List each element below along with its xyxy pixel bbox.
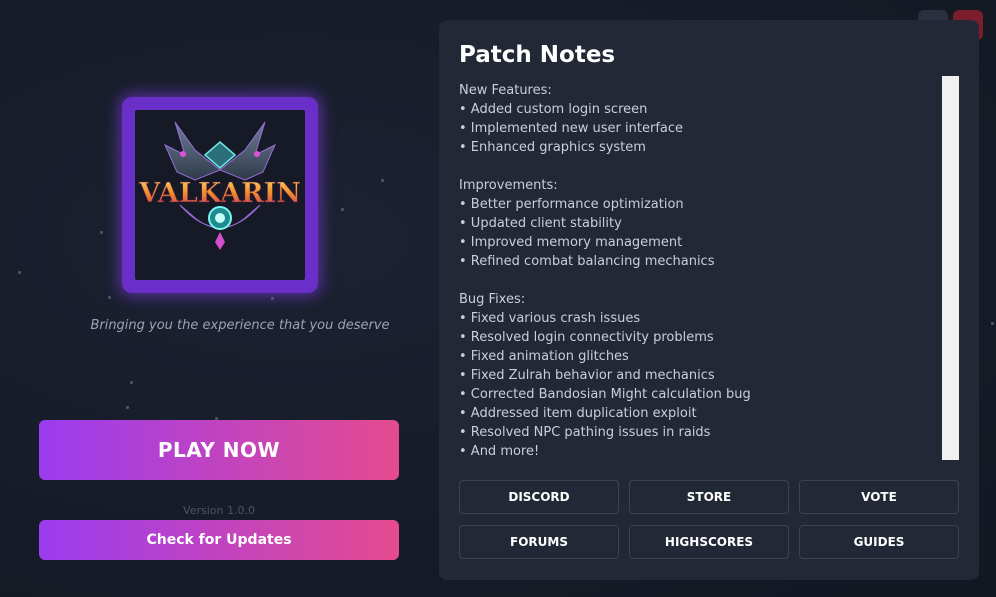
check-updates-button[interactable]: Check for Updates <box>39 520 399 560</box>
list-item: • Resolved login connectivity problems <box>459 330 714 345</box>
background-star <box>126 406 129 409</box>
notes-section: Bug Fixes: • Fixed various crash issues … <box>459 290 939 461</box>
launcher-window: – ✕ <box>0 0 996 597</box>
section-heading: Bug Fixes: <box>459 292 526 307</box>
background-star <box>381 179 384 182</box>
play-now-button[interactable]: PLAY NOW <box>39 420 399 480</box>
list-item: • Better performance optimization <box>459 197 684 212</box>
panel-title: Patch Notes <box>459 42 616 68</box>
patch-notes-list[interactable]: New Features: • Added custom login scree… <box>459 81 939 461</box>
background-star <box>100 231 103 234</box>
list-item: • Addressed item duplication exploit <box>459 406 697 421</box>
list-item: • Enhanced graphics system <box>459 140 646 155</box>
forums-button[interactable]: FORUMS <box>459 525 619 559</box>
list-item: • Fixed animation glitches <box>459 349 629 364</box>
list-item: • Improved memory management <box>459 235 683 250</box>
discord-button[interactable]: DISCORD <box>459 480 619 514</box>
background-star <box>18 271 21 274</box>
list-item: • Added custom login screen <box>459 102 648 117</box>
vote-button[interactable]: VOTE <box>799 480 959 514</box>
list-item: • Corrected Bandosian Might calculation … <box>459 387 751 402</box>
version-label: Version 1.0.0 <box>183 504 255 517</box>
list-item: • Implemented new user interface <box>459 121 684 136</box>
list-item: • And more! <box>459 444 540 459</box>
list-item: • Updated client stability <box>459 216 622 231</box>
background-star <box>271 297 274 300</box>
section-heading: Improvements: <box>459 178 558 193</box>
list-item: • Fixed various crash issues <box>459 311 641 326</box>
background-star <box>341 208 344 211</box>
logo-frame: VALKARIN <box>122 97 318 293</box>
highscores-button[interactable]: HIGHSCORES <box>629 525 789 559</box>
list-item: • Resolved NPC pathing issues in raids <box>459 425 711 440</box>
tagline: Bringing you the experience that you des… <box>90 318 390 333</box>
background-star <box>991 322 994 325</box>
logo-emblem-icon: VALKARIN <box>138 121 301 250</box>
background-star <box>130 381 133 384</box>
notes-section: Improvements: • Better performance optim… <box>459 176 939 271</box>
background-star <box>108 296 111 299</box>
list-item: • Fixed Zulrah behavior and mechanics <box>459 368 715 383</box>
notes-section: New Features: • Added custom login scree… <box>459 81 939 157</box>
logo-wordmark: VALKARIN <box>138 178 301 209</box>
section-heading: New Features: <box>459 83 552 98</box>
list-item: • Refined combat balancing mechanics <box>459 254 715 269</box>
patch-notes-panel: Patch Notes New Features: • Added custom… <box>439 20 979 580</box>
store-button[interactable]: STORE <box>629 480 789 514</box>
guides-button[interactable]: GUIDES <box>799 525 959 559</box>
notes-scrollbar[interactable] <box>942 76 959 460</box>
game-logo: VALKARIN <box>135 110 305 280</box>
